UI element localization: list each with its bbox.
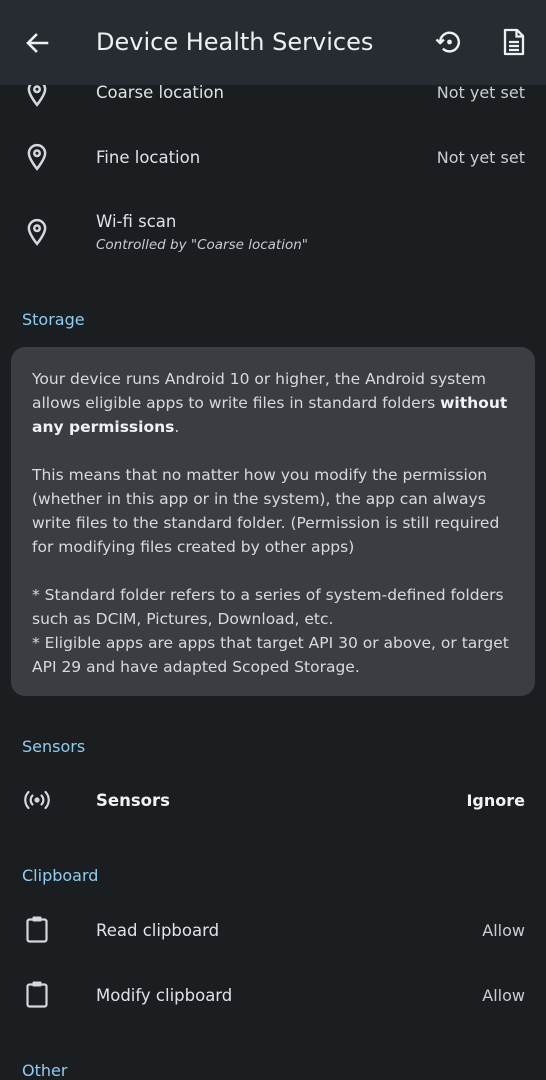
clipboard-icon [22, 979, 52, 1009]
page-title: Device Health Services [96, 28, 374, 56]
permission-label: Wi-fi scan [96, 212, 177, 231]
permission-row-read-clipboard[interactable]: Read clipboard Allow [0, 900, 546, 962]
history-icon [435, 31, 460, 53]
permission-value: Not yet set [436, 83, 525, 102]
view-log-button[interactable] [499, 27, 529, 57]
section-header-clipboard: Clipboard [22, 866, 99, 885]
permission-value: Not yet set [436, 148, 525, 167]
reset-permissions-button[interactable] [434, 27, 464, 57]
location-pin-icon [22, 217, 52, 247]
permission-label: Modify clipboard [96, 986, 233, 1005]
arrow-back-icon [26, 33, 49, 53]
permission-label: Read clipboard [96, 921, 220, 940]
permission-value: Allow [482, 986, 525, 1005]
permission-value: Allow [482, 921, 525, 940]
sensors-icon [22, 785, 52, 815]
clipboard-icon [22, 914, 52, 944]
storage-info-paragraph: This means that no matter how you modify… [32, 466, 500, 556]
app-bar: Device Health Services [0, 0, 546, 85]
permission-row-sensors[interactable]: Sensors Ignore [0, 770, 546, 832]
permission-label: Fine location [96, 148, 201, 167]
permission-row-wifi-scan[interactable]: Wi-fi scan Controlled by "Coarse locatio… [0, 196, 546, 271]
permission-value: Ignore [466, 791, 525, 810]
section-header-other: Other [22, 1061, 68, 1080]
storage-info-note: * Eligible apps are apps that target API… [32, 634, 509, 676]
permission-row-fine-location[interactable]: Fine location Not yet set [0, 125, 546, 190]
storage-info-card: Your device runs Android 10 or higher, t… [11, 347, 535, 696]
storage-text: Your device runs Android 10 or higher, t… [32, 370, 486, 412]
permission-label: Sensors [96, 791, 170, 810]
document-icon [503, 28, 525, 56]
back-button[interactable] [22, 28, 52, 58]
storage-text: . [174, 418, 180, 436]
section-header-storage: Storage [22, 310, 85, 329]
section-header-sensors: Sensors [22, 737, 86, 756]
permission-label: Coarse location [96, 83, 224, 102]
location-pin-icon [22, 142, 52, 172]
permission-list: Coarse location Not yet set Fine locatio… [0, 0, 546, 1080]
permission-controlled-by: Controlled by "Coarse location" [96, 237, 308, 253]
permission-row-modify-clipboard[interactable]: Modify clipboard Allow [0, 965, 546, 1027]
storage-info-note: * Standard folder refers to a series of … [32, 586, 504, 628]
storage-info-paragraph: Your device runs Android 10 or higher, t… [32, 367, 514, 439]
